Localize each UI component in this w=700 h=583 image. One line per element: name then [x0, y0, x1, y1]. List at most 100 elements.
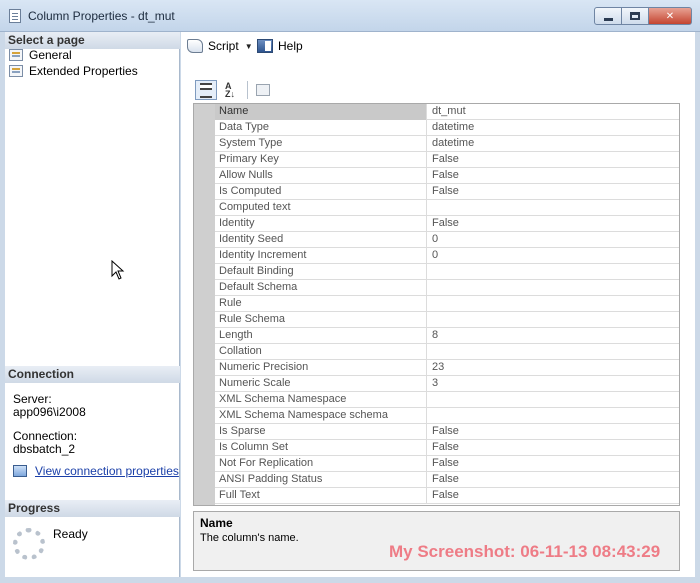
maximize-icon: [630, 12, 640, 20]
property-name: Default Binding: [215, 264, 427, 280]
property-row[interactable]: Not For Replication False: [215, 456, 679, 472]
script-label: Script: [208, 39, 239, 53]
property-row[interactable]: Is Computed False: [215, 184, 679, 200]
progress-status: Ready: [53, 527, 88, 541]
property-grid-toolbar: A Z↓: [193, 78, 679, 102]
connection-value: dbsbatch_2: [13, 442, 76, 456]
page-icon: [9, 49, 23, 61]
property-row[interactable]: Default Binding: [215, 264, 679, 280]
property-row[interactable]: Identity Increment 0: [215, 248, 679, 264]
minimize-button[interactable]: [594, 7, 622, 25]
property-name: System Type: [215, 136, 427, 152]
progress-header: Progress: [5, 500, 180, 517]
property-name: Collation: [215, 344, 427, 360]
property-name: Identity Increment: [215, 248, 427, 264]
page-icon: [9, 65, 23, 77]
property-value[interactable]: [428, 408, 679, 424]
grid-gutter: [194, 104, 215, 505]
property-row[interactable]: XML Schema Namespace schema: [215, 408, 679, 424]
property-value[interactable]: dt_mut: [428, 104, 679, 120]
description-title: Name: [200, 516, 233, 530]
property-row[interactable]: Allow Nulls False: [215, 168, 679, 184]
property-row[interactable]: Identity False: [215, 216, 679, 232]
property-row[interactable]: Numeric Scale 3: [215, 376, 679, 392]
description-text: The column's name.: [200, 532, 299, 544]
minimize-icon: [603, 17, 613, 21]
connection-label: Connection:: [13, 429, 78, 443]
property-value[interactable]: [428, 344, 679, 360]
property-value[interactable]: 0: [428, 232, 679, 248]
property-value[interactable]: [428, 392, 679, 408]
maximize-button[interactable]: [621, 7, 649, 25]
property-value[interactable]: False: [428, 472, 679, 488]
property-name: XML Schema Namespace: [215, 392, 427, 408]
property-value[interactable]: datetime: [428, 120, 679, 136]
description-panel: Name The column's name.: [193, 511, 680, 571]
property-row[interactable]: Collation: [215, 344, 679, 360]
categorized-button[interactable]: [195, 80, 217, 100]
property-value[interactable]: [428, 280, 679, 296]
property-row[interactable]: Data Type datetime: [215, 120, 679, 136]
left-pane: Select a page General Extended Propertie…: [5, 32, 180, 577]
property-name: Numeric Precision: [215, 360, 427, 376]
property-row[interactable]: Rule: [215, 296, 679, 312]
property-value[interactable]: False: [428, 440, 679, 456]
property-row[interactable]: Default Schema: [215, 280, 679, 296]
property-value[interactable]: 8: [428, 328, 679, 344]
property-row[interactable]: Full Text False: [215, 488, 679, 504]
property-value[interactable]: 0: [428, 248, 679, 264]
property-name: Is Sparse: [215, 424, 427, 440]
property-value[interactable]: False: [428, 456, 679, 472]
property-value[interactable]: False: [428, 184, 679, 200]
title-bar: Column Properties - dt_mut ✕: [0, 0, 700, 32]
help-button[interactable]: Help: [257, 37, 303, 55]
property-value[interactable]: 23: [428, 360, 679, 376]
property-name: Allow Nulls: [215, 168, 427, 184]
property-value[interactable]: [428, 264, 679, 280]
property-row[interactable]: Computed text: [215, 200, 679, 216]
connection-properties-icon: [13, 465, 27, 477]
property-row[interactable]: Is Sparse False: [215, 424, 679, 440]
property-value[interactable]: False: [428, 424, 679, 440]
script-button[interactable]: Script ▼: [187, 37, 253, 55]
property-name: XML Schema Namespace schema: [215, 408, 427, 424]
property-row[interactable]: Length 8: [215, 328, 679, 344]
property-name: Primary Key: [215, 152, 427, 168]
property-value[interactable]: [428, 200, 679, 216]
property-value[interactable]: False: [428, 488, 679, 504]
property-value[interactable]: False: [428, 216, 679, 232]
property-row[interactable]: System Type datetime: [215, 136, 679, 152]
property-grid: Name dt_mut Data Type datetime System Type da…: [193, 103, 680, 506]
property-row[interactable]: Primary Key False: [215, 152, 679, 168]
property-value[interactable]: 3: [428, 376, 679, 392]
page-general[interactable]: General: [9, 47, 72, 63]
mouse-cursor-icon: [111, 260, 125, 280]
toolbar-separator: [247, 81, 248, 99]
property-value[interactable]: [428, 296, 679, 312]
page-extended-properties[interactable]: Extended Properties: [9, 63, 138, 79]
property-value[interactable]: [428, 312, 679, 328]
property-name: Full Text: [215, 488, 427, 504]
property-name: ANSI Padding Status: [215, 472, 427, 488]
property-row[interactable]: ANSI Padding Status False: [215, 472, 679, 488]
property-row[interactable]: Is Column Set False: [215, 440, 679, 456]
property-row[interactable]: Name dt_mut: [215, 104, 679, 120]
property-value[interactable]: False: [428, 168, 679, 184]
property-row[interactable]: Identity Seed 0: [215, 232, 679, 248]
server-label: Server:: [13, 392, 52, 406]
property-name: Not For Replication: [215, 456, 427, 472]
view-connection-properties-link[interactable]: View connection properties: [13, 464, 179, 478]
chevron-down-icon[interactable]: ▼: [245, 42, 253, 51]
alphabetical-button[interactable]: A Z↓: [219, 80, 241, 100]
close-button[interactable]: ✕: [648, 7, 692, 25]
property-name: Is Column Set: [215, 440, 427, 456]
property-row[interactable]: XML Schema Namespace: [215, 392, 679, 408]
property-row[interactable]: Numeric Precision 23: [215, 360, 679, 376]
property-name: Length: [215, 328, 427, 344]
property-value[interactable]: False: [428, 152, 679, 168]
property-pages-button[interactable]: [252, 80, 274, 100]
script-icon: [187, 39, 203, 53]
property-name: Numeric Scale: [215, 376, 427, 392]
property-row[interactable]: Rule Schema: [215, 312, 679, 328]
property-value[interactable]: datetime: [428, 136, 679, 152]
